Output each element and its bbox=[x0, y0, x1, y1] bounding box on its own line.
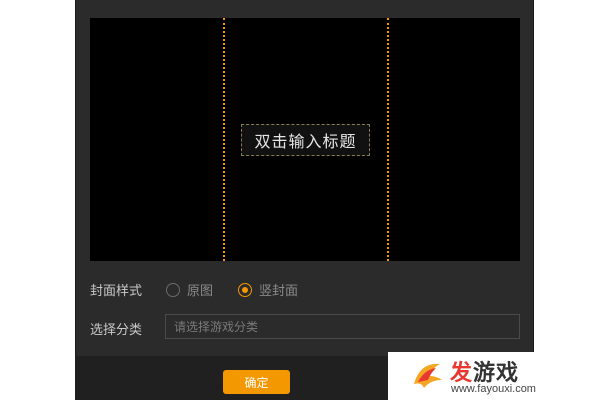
radio-vertical-cover[interactable]: 竖封面 bbox=[238, 280, 298, 299]
category-label: 选择分类 bbox=[90, 323, 143, 338]
title-placeholder: 双击输入标题 bbox=[254, 132, 357, 151]
radio-original-label: 原图 bbox=[187, 284, 214, 299]
left-crop-guide bbox=[223, 18, 225, 261]
category-placeholder: 请选择游戏分类 bbox=[174, 320, 259, 334]
cover-style-label: 封面样式 bbox=[90, 284, 143, 299]
title-input-box[interactable]: 双击输入标题 bbox=[241, 124, 370, 156]
category-select[interactable]: 请选择游戏分类 bbox=[165, 314, 520, 339]
cover-preview[interactable]: 双击输入标题 bbox=[90, 18, 520, 261]
confirm-button[interactable]: 确定 bbox=[223, 370, 290, 394]
confirm-button-label: 确定 bbox=[244, 375, 269, 390]
site-watermark: 发游戏 www.fayouxi.com bbox=[388, 352, 600, 400]
radio-selected-icon[interactable] bbox=[238, 282, 252, 297]
radio-circle-icon[interactable] bbox=[166, 282, 180, 297]
right-crop-guide bbox=[387, 18, 389, 261]
radio-dot-icon bbox=[242, 286, 248, 293]
brand-logo-icon bbox=[414, 363, 442, 388]
brand-url: www.fayouxi.com bbox=[451, 383, 536, 395]
radio-original[interactable]: 原图 bbox=[166, 280, 213, 299]
radio-vertical-cover-label: 竖封面 bbox=[259, 284, 299, 299]
